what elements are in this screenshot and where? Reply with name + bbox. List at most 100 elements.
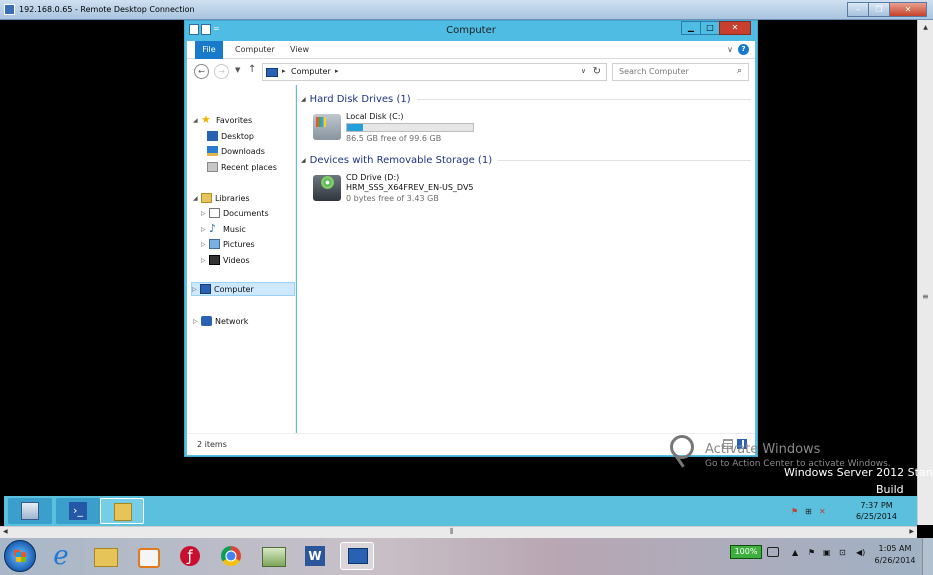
nav-videos[interactable]: ▷ Videos [201, 253, 250, 267]
collapse-arrow-icon[interactable]: ◢ [301, 157, 306, 164]
documents-icon [209, 208, 220, 218]
server-manager-button[interactable] [8, 498, 52, 524]
videos-icon [209, 255, 220, 265]
rdp-horizontal-scrollbar[interactable]: ◀ ⦀ ▶ [0, 526, 917, 538]
remote-desktop-taskbar-icon[interactable] [340, 542, 374, 570]
help-icon[interactable]: ? [738, 44, 749, 55]
collapse-arrow-icon[interactable]: ◢ [193, 117, 201, 124]
back-button[interactable]: ← [194, 64, 209, 79]
show-hidden-icons-icon[interactable]: ▲ [792, 548, 798, 557]
rdp-vertical-scrollbar[interactable]: ▲ ≡ [917, 20, 933, 525]
rdp-minimize-button[interactable]: – [847, 2, 869, 17]
nav-pictures[interactable]: ▷ Pictures [201, 237, 255, 251]
address-dropdown-icon[interactable]: ∨ [581, 67, 586, 75]
action-center-flag-icon[interactable]: ⚑ [791, 507, 800, 516]
drive-name: CD Drive (D:) [346, 173, 400, 182]
collapse-arrow-icon[interactable]: ◢ [193, 195, 201, 202]
nav-music[interactable]: ▷ ♪ Music [201, 222, 246, 236]
expand-arrow-icon[interactable]: ▷ [201, 226, 209, 233]
breadcrumb-separator-icon[interactable]: ▸ [282, 67, 286, 75]
nav-favorites[interactable]: ◢ ★ Favorites [193, 113, 252, 127]
drive-free-space: 86.5 GB free of 99.6 GB [346, 134, 442, 143]
powershell-button[interactable]: ›_ [56, 498, 100, 524]
scroll-up-arrow-icon[interactable]: ▲ [918, 24, 933, 31]
nav-downloads[interactable]: Downloads [207, 144, 265, 158]
local-date: 6/26/2014 [874, 556, 916, 565]
file-explorer-button[interactable] [100, 498, 144, 524]
minimize-button[interactable]: ▁ [681, 21, 701, 35]
media-player-icon[interactable] [132, 542, 162, 570]
scroll-left-arrow-icon[interactable]: ◀ [3, 528, 8, 535]
battery-indicator[interactable]: 100% [730, 545, 762, 559]
search-input[interactable]: Search Computer ⌕ [612, 63, 749, 81]
drive-d[interactable]: CD Drive (D:) HRM_SSS_X64FREV_EN-US_DV5 … [313, 173, 513, 209]
local-clock[interactable]: 1:05 AM 6/26/2014 [873, 543, 917, 567]
address-bar[interactable]: ▸ Computer ▸ ∨ ↻ [262, 63, 607, 81]
rdp-window-controls: – ❐ ✕ [847, 2, 927, 17]
tab-file[interactable]: File [195, 41, 223, 59]
search-icon[interactable]: ⌕ [737, 66, 742, 76]
chrome-icon[interactable] [216, 542, 246, 570]
recent-locations-icon[interactable]: ▼ [235, 66, 240, 74]
action-center-flag-icon[interactable]: ⚑ [808, 548, 815, 557]
scroll-grip-icon[interactable]: ≡ [922, 292, 929, 301]
rdp-titlebar: 192.168.0.65 - Remote Desktop Connection… [0, 0, 933, 20]
breadcrumb-chevron-icon[interactable]: ▸ [335, 67, 339, 75]
expand-arrow-icon[interactable]: ▷ [192, 286, 200, 293]
drive-free-space: 0 bytes free of 3.43 GB [346, 194, 439, 203]
group-hard-disk-drives[interactable]: ◢ Hard Disk Drives (1) [301, 94, 751, 105]
nav-label: Computer [214, 284, 254, 294]
volume-muted-icon[interactable]: ✕ [819, 507, 828, 516]
remote-clock[interactable]: 7:37 PM 6/25/2014 [856, 500, 897, 522]
libraries-icon [201, 193, 212, 203]
computer-icon [200, 284, 211, 294]
expand-ribbon-icon[interactable]: ∨ [727, 45, 733, 54]
tab-computer[interactable]: Computer [235, 41, 275, 59]
refresh-icon[interactable]: ↻ [593, 66, 601, 77]
nav-recent-places[interactable]: Recent places [207, 160, 277, 174]
forward-button[interactable]: → [214, 64, 229, 79]
word-icon[interactable] [300, 542, 330, 570]
expand-arrow-icon[interactable]: ▷ [201, 210, 209, 217]
network-status-icon[interactable]: ⊞ [805, 507, 814, 516]
internet-explorer-icon[interactable]: e [46, 542, 76, 570]
show-desktop-button[interactable] [922, 538, 933, 575]
tab-view[interactable]: View [290, 41, 309, 59]
nav-libraries[interactable]: ◢ Libraries [193, 191, 250, 205]
maximize-button[interactable]: □ [700, 21, 720, 35]
network-icon[interactable]: ⊡ [839, 548, 846, 557]
collapse-arrow-icon[interactable]: ◢ [301, 96, 306, 103]
windows-explorer-icon[interactable] [90, 542, 120, 570]
remote-system-tray: ⚑ ⊞ ✕ 7:37 PM 6/25/2014 [789, 496, 909, 526]
explorer-window: = Computer ▁ □ ✕ File Computer View ∨ ? … [184, 20, 758, 457]
music-icon: ♪ [209, 222, 217, 235]
computer-icon [266, 68, 278, 77]
drive-usage-fill [347, 124, 364, 131]
nav-computer[interactable]: ▷ Computer [191, 282, 295, 296]
expand-arrow-icon[interactable]: ▷ [201, 241, 209, 248]
breadcrumb-computer[interactable]: Computer [291, 67, 331, 76]
nav-documents[interactable]: ▷ Documents [201, 206, 269, 220]
group-removable-storage[interactable]: ◢ Devices with Removable Storage (1) [301, 155, 751, 166]
scroll-grip-icon[interactable]: ⦀ [450, 527, 454, 537]
battery-icon[interactable] [767, 547, 779, 557]
nav-label: Downloads [221, 146, 265, 156]
network-icon [201, 316, 212, 326]
up-button[interactable]: ↑ [248, 64, 256, 75]
powershell-icon: ›_ [69, 502, 87, 520]
nav-network[interactable]: ▷ Network [193, 314, 248, 328]
device-icon[interactable]: ▣ [823, 548, 831, 557]
scroll-right-arrow-icon[interactable]: ▶ [909, 528, 914, 535]
ribbon-tabs: File Computer View ∨ ? [187, 41, 755, 59]
start-button[interactable] [4, 540, 36, 572]
rdp-close-button[interactable]: ✕ [889, 2, 927, 17]
rdp-restore-button[interactable]: ❐ [868, 2, 890, 17]
drive-c[interactable]: Local Disk (C:) 86.5 GB free of 99.6 GB [313, 112, 513, 148]
expand-arrow-icon[interactable]: ▷ [201, 257, 209, 264]
nav-desktop[interactable]: Desktop [207, 129, 254, 143]
flash-icon[interactable] [174, 542, 204, 570]
expand-arrow-icon[interactable]: ▷ [193, 318, 201, 325]
volume-icon[interactable]: ◀) [856, 548, 865, 557]
download-manager-icon[interactable] [258, 542, 288, 570]
close-button[interactable]: ✕ [719, 21, 751, 35]
